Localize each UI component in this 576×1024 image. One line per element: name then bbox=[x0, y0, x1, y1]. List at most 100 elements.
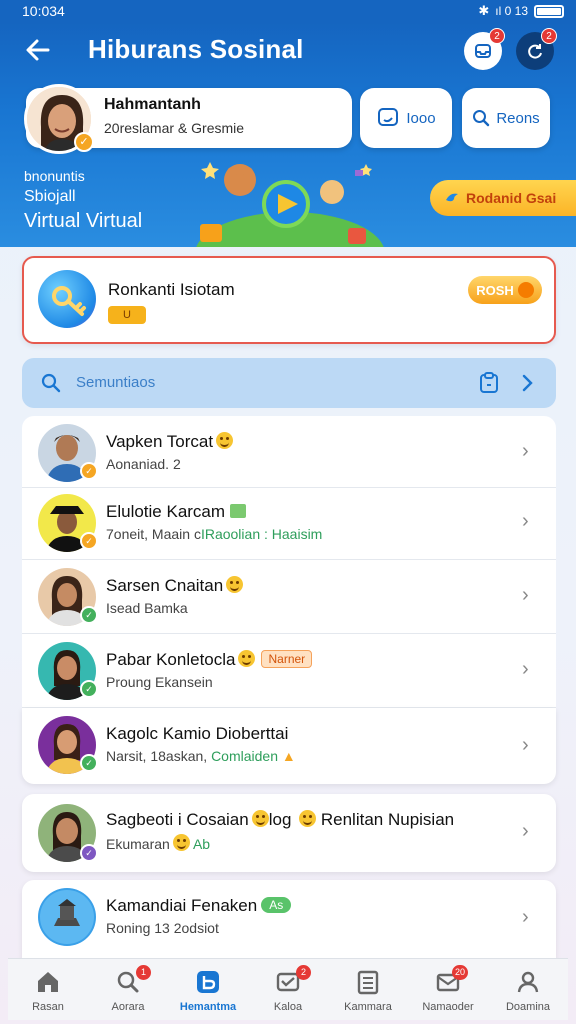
list-item[interactable]: ✓ Pabar Konletocla Narner Proung Ekansein… bbox=[22, 634, 556, 708]
nav-label: Kammara bbox=[344, 1001, 392, 1013]
chat-square-icon bbox=[378, 108, 399, 126]
sync-button[interactable]: 2 bbox=[516, 28, 557, 70]
search-icon bbox=[473, 110, 490, 127]
contact-subtitle: Isead Bamka bbox=[106, 600, 188, 616]
chevron-right-icon: › bbox=[522, 584, 529, 606]
banner-line-1: bnonuntis bbox=[24, 168, 85, 184]
nav-item-lists[interactable]: Kammara bbox=[328, 959, 408, 1021]
contact-subtitle: Narsit, 18askan, Comlaiden ▲ bbox=[106, 748, 296, 764]
notification-badge: 2 bbox=[489, 28, 505, 44]
bluetooth-icon: ✱ bbox=[478, 3, 490, 18]
nav-item-profile[interactable]: Doamina bbox=[488, 959, 568, 1021]
verified-badge-icon: ✓ bbox=[80, 462, 98, 480]
back-button[interactable] bbox=[20, 32, 56, 68]
sync-badge: 2 bbox=[541, 28, 557, 44]
signal-indicator: ıl 0 13 bbox=[495, 4, 528, 18]
page-title: Hiburans Sosinal bbox=[88, 34, 304, 64]
status-badge-icon: ✓ bbox=[80, 532, 98, 550]
contact-name: Kagolc Kamio Dioberttai bbox=[106, 724, 289, 743]
search-input[interactable]: Semuntiaos bbox=[22, 358, 556, 408]
banner-cta-button[interactable]: Rodanid Gsai bbox=[430, 180, 576, 216]
online-badge-icon: ✓ bbox=[80, 754, 98, 772]
contact-subtitle: Proung Ekansein bbox=[106, 674, 213, 690]
inbox-icon bbox=[475, 44, 491, 58]
top-bar: Hiburans Sosinal 2 2 bbox=[0, 22, 576, 84]
nav-label: Hemantma bbox=[179, 1001, 237, 1013]
chevron-right-icon: › bbox=[522, 820, 529, 842]
nav-item-explore[interactable]: 1 Aorara bbox=[88, 959, 168, 1021]
sparkle-icon: ▲ bbox=[281, 748, 296, 764]
nav-label: Namaoder bbox=[422, 1001, 474, 1013]
contact-name: Elulotie Karcam bbox=[106, 502, 246, 522]
verified-badge-icon: ✓ bbox=[80, 844, 98, 862]
smile-emoji-icon bbox=[226, 576, 244, 593]
banner-cta-label: Rodanid Gsai bbox=[466, 190, 557, 206]
contact-name: Sagbeoti i Cosaian log Renlitan Nupisian bbox=[106, 810, 455, 829]
featured-title: Ronkanti Isiotam bbox=[108, 280, 235, 299]
list-item[interactable]: ✓ Kagolc Kamio Dioberttai Narsit, 18aska… bbox=[22, 708, 556, 784]
featured-chip: U bbox=[108, 306, 146, 324]
video-label: Iooo bbox=[406, 109, 436, 127]
status-time: 10:034 bbox=[22, 3, 65, 19]
banner-line-3: Virtual Virtual bbox=[24, 210, 143, 232]
battery-icon bbox=[534, 4, 564, 18]
search-people-label: Reons bbox=[496, 109, 540, 127]
chevron-right-icon[interactable] bbox=[520, 371, 536, 395]
contact-subtitle: 7oneit, Maain cIRaoolian : Haaisim bbox=[106, 526, 323, 542]
clipboard-icon[interactable] bbox=[478, 371, 500, 395]
nav-item-home[interactable]: Rasan bbox=[8, 959, 88, 1021]
status-badge: Narner bbox=[261, 650, 313, 668]
profile-icon bbox=[517, 971, 539, 993]
nav-item-mail[interactable]: 20 Namaoder bbox=[408, 959, 488, 1021]
search-placeholder: Semuntiaos bbox=[76, 374, 156, 391]
nav-label: Rasan bbox=[32, 1001, 64, 1013]
search-icon bbox=[41, 373, 61, 393]
list-item[interactable]: ✓ Sagbeoti i Cosaian log Renlitan Nupisia… bbox=[22, 794, 556, 872]
chevron-right-icon: › bbox=[522, 734, 529, 756]
smile-emoji-icon bbox=[238, 650, 256, 667]
contact-subtitle: Aonaniad. 2 bbox=[106, 456, 181, 472]
featured-card[interactable]: Ronkanti Isiotam U ROSH bbox=[22, 256, 556, 344]
coin-icon bbox=[517, 282, 534, 298]
contact-name: Sarsen Cnaitan bbox=[106, 576, 244, 596]
contact-name: Kamandiai Fenaken As bbox=[106, 896, 292, 916]
profile-name: Hahmantanh bbox=[104, 96, 201, 113]
list-item[interactable]: ✓ Elulotie Karcam 7oneit, Maain cIRaooli… bbox=[22, 488, 556, 560]
brand-icon bbox=[197, 971, 219, 993]
nav-badge: 2 bbox=[296, 965, 311, 980]
list-item[interactable]: ✓ Vapken Torcat Aonaniad. 2 › bbox=[22, 416, 556, 488]
bird-icon bbox=[446, 193, 458, 202]
nav-item-main[interactable]: Hemantma bbox=[168, 959, 248, 1021]
nav-badge: 1 bbox=[136, 965, 151, 980]
featured-action-button[interactable]: ROSH bbox=[468, 276, 542, 304]
list-item[interactable]: ✓ Sarsen Cnaitan Isead Bamka › bbox=[22, 560, 556, 634]
bottom-nav: Rasan 1 Aorara Hemantma 2 Kaloa Kammara … bbox=[8, 958, 568, 1020]
banner-line-2: Sbiojall bbox=[24, 188, 76, 205]
contact-subtitle: Ekumaran Ab bbox=[106, 834, 211, 852]
video-button[interactable]: Iooo bbox=[360, 88, 452, 148]
chevron-right-icon: › bbox=[522, 658, 529, 680]
nav-label: Doamina bbox=[505, 1001, 551, 1013]
contact-name: Vapken Torcat bbox=[106, 432, 234, 452]
online-badge-icon: ✓ bbox=[80, 680, 98, 698]
smile-emoji-icon bbox=[172, 834, 190, 851]
notifications-button[interactable]: 2 bbox=[464, 28, 505, 70]
avatar bbox=[38, 888, 96, 946]
arrow-left-icon bbox=[26, 39, 50, 61]
online-badge-icon: ✓ bbox=[80, 606, 98, 624]
app-screen: 10:034 ✱ ıl 0 13 Hiburans Sosinal 2 2 ✓ … bbox=[0, 0, 576, 1024]
status-bar: 10:034 ✱ ıl 0 13 bbox=[0, 0, 576, 22]
key-icon bbox=[38, 270, 96, 328]
nav-label: Aorara bbox=[111, 1001, 145, 1013]
chevron-right-icon: › bbox=[522, 510, 529, 532]
smile-emoji-icon bbox=[299, 810, 317, 827]
header: Hiburans Sosinal 2 2 ✓ Hahmantanh 20resl… bbox=[0, 22, 576, 247]
featured-action-label: ROSH bbox=[476, 282, 514, 298]
list-item[interactable]: Kamandiai Fenaken As Roning 13 2odsiot › bbox=[22, 880, 556, 960]
chevron-right-icon: › bbox=[522, 906, 529, 928]
nav-item-messages[interactable]: 2 Kaloa bbox=[248, 959, 328, 1021]
list-icon bbox=[357, 970, 379, 995]
smile-emoji-icon bbox=[216, 432, 234, 449]
search-people-button[interactable]: Reons bbox=[462, 88, 550, 148]
home-icon bbox=[38, 972, 58, 992]
